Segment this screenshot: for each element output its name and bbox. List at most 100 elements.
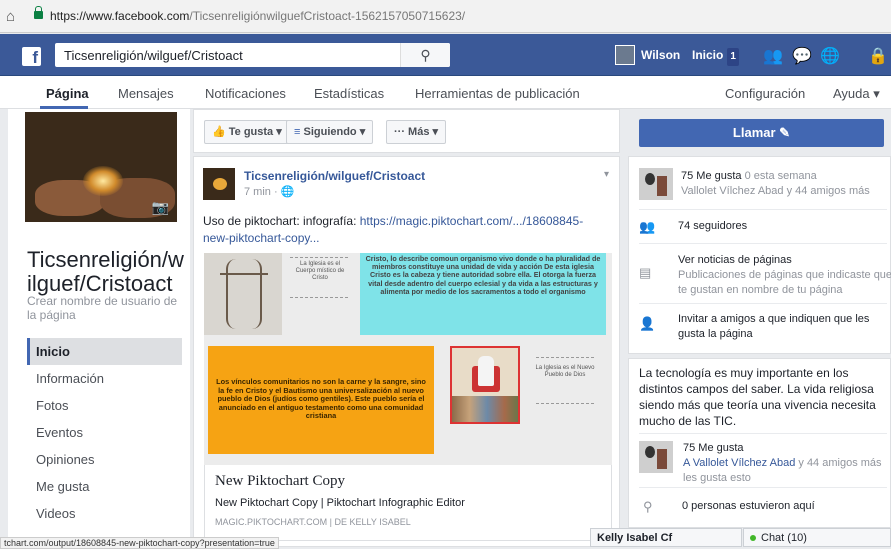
home-count-badge: 1 <box>727 48 739 66</box>
followers-count[interactable]: 74 seguidores <box>678 219 747 234</box>
menu-item-informacion[interactable]: Información <box>27 365 182 392</box>
post-author-avatar[interactable] <box>203 168 235 200</box>
online-dot-icon <box>750 535 756 541</box>
home-icon[interactable]: ⌂ <box>6 8 15 25</box>
messages-icon[interactable]: 💬 <box>792 46 812 66</box>
figure-body <box>478 356 494 386</box>
like-button[interactable]: 👍 Te gusta ▾ <box>204 120 290 144</box>
follow-button[interactable]: ≡ Siguiendo ▾ <box>286 120 374 144</box>
see-news-link[interactable]: Ver noticias de páginas <box>678 254 792 266</box>
lock-icon <box>34 6 43 19</box>
help-menu[interactable]: Ayuda ▾ <box>833 86 880 102</box>
link-description: New Piktochart Copy | Piktochart Infogra… <box>215 497 465 509</box>
followers-icon: 👥 <box>639 219 656 234</box>
page-nav: Página Mensajes Notificaciones Estadísti… <box>0 76 891 109</box>
post-text-prefix: Uso de piktochart: infografía: <box>203 214 360 228</box>
likes-count[interactable]: 75 Me gusta <box>681 170 742 182</box>
tab-estadisticas[interactable]: Estadísticas <box>314 86 384 101</box>
invite-link[interactable]: Invitar a amigos a que indiquen que les … <box>678 312 891 342</box>
invite-row: 👤 Invitar a amigos a que indiquen que le… <box>639 312 889 346</box>
page-title[interactable]: Ticsenreligión/wilguef/Cristoact <box>27 248 187 296</box>
more-button[interactable]: ··· Más ▾ <box>386 120 447 144</box>
jesus-image <box>450 346 520 424</box>
likes-week: 0 esta semana <box>741 170 817 182</box>
tab-mensajes[interactable]: Mensajes <box>118 86 174 101</box>
divider <box>536 403 594 404</box>
location-icon: ⚲ <box>643 499 653 514</box>
infographic-orange-text: Los vínculos comunitarios no son la carn… <box>208 346 434 454</box>
followers-row: 👥 74 seguidores <box>639 219 889 239</box>
post-card: Ticsenreligión/wilguef/Cristoact 7 min ·… <box>193 156 620 547</box>
divider <box>639 433 887 434</box>
menu-item-fotos[interactable]: Fotos <box>27 392 182 419</box>
link-source: MAGIC.PIKTOCHART.COM | DE KELLY ISABEL <box>215 517 411 527</box>
link-preview-box[interactable]: New Piktochart Copy New Piktochart Copy … <box>204 465 612 541</box>
thumbs-up-icon: 👍 <box>212 126 229 138</box>
divider <box>536 357 594 358</box>
infographic-label-top: La Iglesia es el Cuerpo místico de Crist… <box>295 261 345 281</box>
post-author-link[interactable]: Ticsenreligión/wilguef/Cristoact <box>244 169 425 183</box>
chevron-down-icon[interactable]: ▾ <box>604 169 609 180</box>
link-title[interactable]: New Piktochart Copy <box>215 473 345 490</box>
config-link[interactable]: Configuración <box>725 86 805 101</box>
friends-icon[interactable]: 👥 <box>763 46 783 66</box>
status-bar-url: tchart.com/output/18608845-new-piktochar… <box>0 537 279 549</box>
tab-pagina[interactable]: Página <box>46 86 89 101</box>
chat-label: Chat (10) <box>761 532 807 544</box>
home-link[interactable]: Inicio 1 <box>692 46 739 66</box>
menu-item-inicio[interactable]: Inicio <box>27 338 182 365</box>
follow-label: Siguiendo ▾ <box>303 126 366 138</box>
tab-notificaciones[interactable]: Notificaciones <box>205 86 286 101</box>
divider <box>639 303 887 304</box>
menu-item-videos[interactable]: Videos <box>27 500 182 527</box>
search-icon[interactable]: ⚲ <box>400 43 450 67</box>
call-button[interactable]: Llamar ✎ <box>639 119 884 147</box>
newsfeed-icon: ▤ <box>639 265 652 280</box>
facebook-logo-icon[interactable]: f <box>22 47 41 67</box>
page-stats-card: 75 Me gusta 0 esta semana Vallolet Vílche… <box>628 156 891 354</box>
menu-item-eventos[interactable]: Eventos <box>27 419 182 446</box>
menu-item-opiniones[interactable]: Opiniones <box>27 446 182 473</box>
about-card: La tecnología es muy importante en los d… <box>628 358 891 528</box>
page-side-menu: Inicio Información Fotos Eventos Opinion… <box>27 338 182 527</box>
camera-icon[interactable]: 📷 <box>152 199 169 216</box>
divider <box>639 209 887 210</box>
avatar[interactable] <box>615 45 635 65</box>
friend-avatar[interactable] <box>639 168 673 200</box>
search-input[interactable] <box>55 43 395 67</box>
like-label: Te gusta ▾ <box>228 126 282 138</box>
create-username-link[interactable]: Crear nombre de usuario de la página <box>27 294 187 322</box>
menu-item-me-gusta[interactable]: Me gusta <box>27 473 182 500</box>
see-news-desc: Publicaciones de páginas que indicaste q… <box>678 269 891 296</box>
post-text: Uso de piktochart: infografía: https://m… <box>203 213 608 247</box>
tab-herramientas[interactable]: Herramientas de publicación <box>415 86 580 101</box>
globe-icon[interactable]: 🌐 <box>820 46 840 66</box>
add-friend-icon: 👤 <box>639 316 656 331</box>
post-timestamp[interactable]: 7 min · 🌐 <box>244 185 294 198</box>
likes2-count: 75 Me gusta <box>683 442 744 454</box>
chat-tab-contact[interactable]: Kelly Isabel Cf <box>590 528 742 547</box>
user-name-link[interactable]: Wilson <box>641 46 680 64</box>
crucifix-shape <box>220 259 268 329</box>
page-actions-card: 👍 Te gusta ▾ ≡ Siguiendo ▾ ··· Más ▾ <box>193 109 620 153</box>
friend-avatar[interactable] <box>639 441 673 473</box>
home-label: Inicio <box>692 48 724 62</box>
facebook-top-bar: f ⚲ Wilson Inicio1 👥 💬 🌐 🔒 <box>0 34 891 76</box>
likes2-name[interactable]: A Vallolet Vílchez Abad <box>683 457 795 469</box>
candle-glow <box>83 166 123 196</box>
likes2-summary: 75 Me gusta A Vallolet Vílchez Abad y 44 … <box>683 441 883 486</box>
divider <box>639 243 887 244</box>
address-text[interactable]: https://www.facebook.com/Ticsenreligiónw… <box>50 9 465 23</box>
search-box: ⚲ <box>55 43 450 67</box>
divider <box>639 487 887 488</box>
chat-sidebar-toggle[interactable]: Chat (10) <box>743 528 891 547</box>
news-row: ▤ Ver noticias de páginas Publicaciones d… <box>639 253 891 299</box>
infographic-label-right: La Iglesia es el Nuevo Pueblo de Dios <box>535 365 595 378</box>
settings-icon[interactable]: 🔒 <box>868 46 888 66</box>
browser-url-bar[interactable]: ⌂ https://www.facebook.com/Ticsenreligió… <box>0 0 891 33</box>
likes-summary: 75 Me gusta 0 esta semana Vallolet Vílche… <box>681 169 886 199</box>
likes-friends[interactable]: Vallolet Vílchez Abad y 44 amigos más <box>681 185 870 197</box>
crucifix-image <box>204 253 282 335</box>
page-profile-picture[interactable]: 📷 <box>22 109 180 225</box>
link-preview-image[interactable]: La Iglesia es el Cuerpo místico de Crist… <box>204 253 612 465</box>
